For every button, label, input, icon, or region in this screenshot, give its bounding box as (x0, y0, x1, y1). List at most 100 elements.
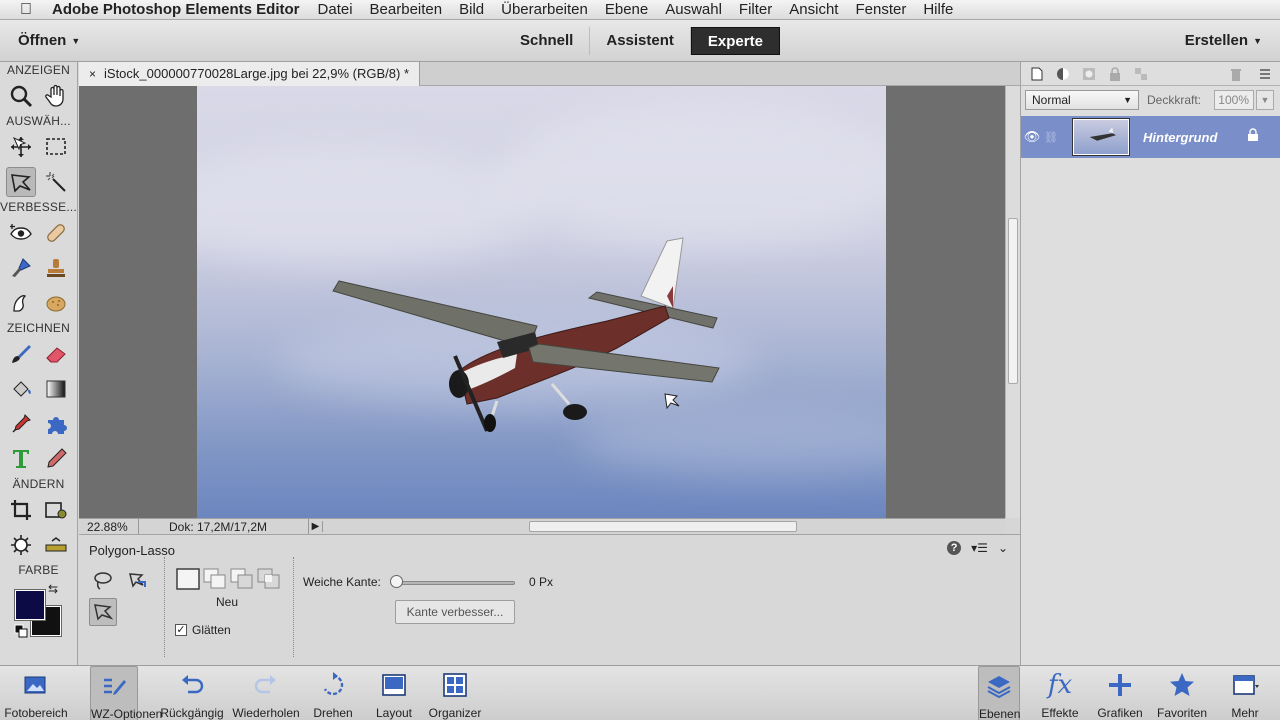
gradient-tool[interactable] (41, 374, 71, 404)
menu-filter[interactable]: Filter (739, 1, 772, 18)
favorites-button[interactable]: Favoriten (1152, 666, 1212, 720)
polygon-lasso-option[interactable] (89, 598, 117, 626)
menu-bearbeiten[interactable]: Bearbeiten (370, 1, 443, 18)
layer-row-background[interactable]: 👁 ⛓ Hintergrund (1021, 116, 1280, 158)
sponge-tool[interactable] (41, 288, 71, 318)
undo-button[interactable]: Rückgängig (158, 666, 226, 720)
opacity-dropdown-icon[interactable]: ▼ (1256, 90, 1274, 110)
lasso-option[interactable] (89, 567, 117, 595)
adjustment-layer-icon[interactable] (1055, 66, 1071, 82)
swap-colors-icon[interactable]: ⇆ (48, 582, 58, 596)
menu-bar:  Adobe Photoshop Elements Editor Datei … (0, 0, 1280, 20)
selection-intersect-icon[interactable] (257, 568, 281, 590)
redo-label: Wiederholen (232, 706, 300, 720)
menu-datei[interactable]: Datei (318, 1, 353, 18)
document-tab[interactable]: × iStock_000000770028Large.jpg bei 22,9%… (79, 62, 421, 86)
menu-hilfe[interactable]: Hilfe (923, 1, 953, 18)
app-name-menu[interactable]: Adobe Photoshop Elements Editor (52, 1, 300, 18)
tool-options-panel: Polygon-Lasso ? ▾☰ ⌄ Neu ✓ Glätten Weiche… (79, 534, 1020, 665)
redo-button[interactable]: Wiederholen (230, 666, 302, 720)
panel-menu-icon[interactable]: ▾☰ (971, 541, 988, 555)
blend-mode-select[interactable]: Normal ▼ (1025, 90, 1139, 110)
vertical-scrollbar[interactable] (1005, 86, 1020, 518)
photo-bin-label: Fotobereich (4, 706, 68, 720)
text-tool[interactable] (6, 444, 36, 474)
menu-bild[interactable]: Bild (459, 1, 484, 18)
zoom-tool[interactable] (6, 81, 36, 111)
straighten-tool[interactable] (41, 530, 71, 560)
recompose-tool[interactable] (41, 495, 71, 525)
menu-ansicht[interactable]: Ansicht (789, 1, 838, 18)
link-icon[interactable]: ⛓ (1043, 131, 1059, 144)
smudge-tool[interactable] (6, 288, 36, 318)
smooth-checkbox[interactable]: ✓ Glätten (175, 623, 231, 637)
feather-slider-knob[interactable] (390, 575, 403, 588)
visibility-eye-icon[interactable]: 👁 (1021, 129, 1043, 145)
zoom-value[interactable]: 22.88% (79, 518, 139, 535)
layers-panel-button[interactable]: Ebenen (978, 666, 1020, 720)
open-button[interactable]: Öffnen ▼ (18, 32, 80, 49)
spot-healing-tool[interactable] (41, 218, 71, 248)
brush-enhance-tool[interactable] (6, 253, 36, 283)
refine-edge-button[interactable]: Kante verbesser... (395, 600, 515, 624)
move-tool[interactable] (6, 132, 36, 162)
tool-options-button[interactable]: WZ-Optionen (90, 666, 163, 720)
tool-options-label: WZ-Optionen (91, 707, 163, 720)
new-layer-icon[interactable] (1029, 66, 1045, 82)
brush-tool[interactable] (6, 339, 36, 369)
eyedropper-tool[interactable] (6, 409, 36, 439)
red-eye-tool[interactable] (6, 218, 36, 248)
puzzle-icon (47, 416, 67, 434)
stamp-tool[interactable] (41, 253, 71, 283)
menu-ueberarbeiten[interactable]: Überarbeiten (501, 1, 588, 18)
close-icon[interactable]: × (89, 62, 96, 86)
crop-tool[interactable] (6, 495, 36, 525)
photo-canvas[interactable] (197, 86, 886, 518)
content-move-tool[interactable] (6, 530, 36, 560)
effects-button[interactable]: fx Effekte (1036, 666, 1084, 720)
polygon-lasso-tool[interactable] (6, 166, 37, 197)
lock-all-icon[interactable] (1107, 66, 1123, 82)
create-button[interactable]: Erstellen ▼ (1185, 32, 1262, 49)
magnetic-lasso-option[interactable] (123, 567, 151, 595)
organizer-button[interactable]: Organizer (424, 666, 486, 720)
trash-icon[interactable] (1228, 66, 1244, 82)
eraser-tool[interactable] (41, 339, 71, 369)
menu-auswahl[interactable]: Auswahl (665, 1, 722, 18)
rotate-button[interactable]: Drehen (308, 666, 358, 720)
vertical-scrollbar-thumb[interactable] (1008, 218, 1018, 384)
layer-name[interactable]: Hintergrund (1143, 130, 1217, 145)
mode-tab-schnell[interactable]: Schnell (504, 27, 591, 55)
pencil-tool[interactable] (41, 444, 71, 474)
graphics-button[interactable]: Grafiken (1094, 666, 1146, 720)
status-menu-arrow-icon[interactable]: ▶ (309, 521, 323, 532)
foreground-color-swatch[interactable] (14, 589, 46, 621)
default-colors-icon[interactable] (14, 624, 28, 638)
panel-menu-icon[interactable] (1256, 66, 1272, 82)
lock-transparency-icon[interactable] (1133, 66, 1149, 82)
layout-button[interactable]: Layout (370, 666, 418, 720)
apple-icon[interactable]:  (0, 1, 52, 19)
mode-tab-experte[interactable]: Experte (690, 27, 780, 55)
paint-bucket-tool[interactable] (6, 374, 36, 404)
selection-add-icon[interactable] (203, 568, 227, 590)
marquee-tool[interactable] (41, 132, 71, 162)
help-icon[interactable]: ? (947, 541, 962, 555)
feather-slider[interactable] (395, 581, 515, 585)
rotate-label: Drehen (313, 706, 353, 720)
more-button[interactable]: Mehr (1220, 666, 1270, 720)
hand-tool[interactable] (41, 81, 71, 111)
collapse-chevron-icon[interactable]: ⌄ (998, 541, 1008, 555)
selection-subtract-icon[interactable] (230, 568, 254, 590)
selection-new-icon[interactable] (176, 568, 200, 590)
menu-ebene[interactable]: Ebene (605, 1, 648, 18)
menu-fenster[interactable]: Fenster (855, 1, 906, 18)
magic-wand-tool[interactable] (41, 167, 71, 197)
opacity-field[interactable]: 100% (1214, 90, 1254, 110)
photo-bin-button[interactable]: Fotobereich (4, 666, 68, 720)
custom-shape-tool[interactable] (41, 409, 71, 439)
horizontal-scrollbar-thumb[interactable] (529, 521, 797, 532)
mode-tab-assistent[interactable]: Assistent (590, 27, 691, 55)
layer-mask-icon[interactable] (1081, 66, 1097, 82)
canvas-area[interactable] (79, 86, 1005, 518)
